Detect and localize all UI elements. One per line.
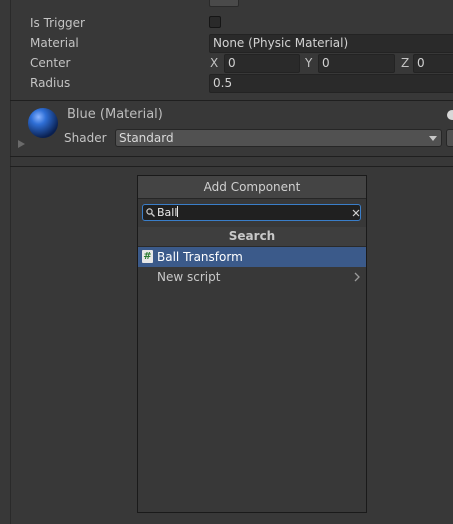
add-component-popup: Add Component Ball Search # Ball Transfo… bbox=[137, 175, 367, 513]
section-divider bbox=[10, 156, 453, 157]
component-item-label: New script bbox=[157, 270, 221, 284]
chevron-right-icon bbox=[354, 272, 360, 282]
center-y-field[interactable]: 0 bbox=[318, 54, 395, 73]
component-item-ball-transform[interactable]: # Ball Transform bbox=[138, 247, 366, 267]
material-settings-icon[interactable] bbox=[440, 109, 453, 121]
center-y-label: Y bbox=[305, 56, 313, 70]
material-label: Material bbox=[30, 36, 79, 50]
shader-value: Standard bbox=[119, 131, 174, 145]
center-z-field[interactable]: 0 bbox=[413, 54, 453, 73]
search-section-header: Search bbox=[138, 227, 366, 247]
material-field[interactable]: None (Physic Material) bbox=[209, 34, 453, 53]
is-trigger-label: Is Trigger bbox=[30, 16, 85, 30]
collider-edit-button[interactable] bbox=[209, 0, 239, 7]
shader-edit-button[interactable] bbox=[446, 129, 453, 147]
shader-label: Shader bbox=[64, 131, 107, 145]
expand-triangle-icon[interactable] bbox=[17, 139, 26, 149]
center-label: Center bbox=[30, 56, 71, 70]
search-text: Ball bbox=[157, 206, 179, 219]
radius-field[interactable]: 0.5 bbox=[209, 74, 453, 93]
add-component-header: Add Component bbox=[138, 176, 366, 199]
clear-search-icon[interactable] bbox=[352, 209, 360, 217]
is-trigger-checkbox[interactable] bbox=[209, 16, 221, 28]
center-z-label: Z bbox=[401, 56, 410, 70]
radius-label: Radius bbox=[30, 76, 71, 90]
component-search-input[interactable]: Ball bbox=[142, 204, 361, 221]
script-icon: # bbox=[142, 250, 153, 263]
component-item-new-script[interactable]: New script bbox=[138, 267, 366, 287]
section-divider bbox=[10, 100, 453, 101]
material-title: Blue (Material) bbox=[67, 107, 163, 122]
dropdown-arrow-icon bbox=[429, 136, 437, 141]
component-item-label: Ball Transform bbox=[157, 250, 243, 264]
center-x-field[interactable]: 0 bbox=[224, 54, 300, 73]
section-divider bbox=[10, 166, 453, 167]
shader-dropdown[interactable]: Standard bbox=[115, 129, 442, 147]
search-icon bbox=[146, 208, 155, 217]
material-preview-sphere bbox=[28, 108, 58, 138]
inspector-left-border bbox=[10, 0, 11, 524]
center-x-label: X bbox=[210, 56, 219, 70]
